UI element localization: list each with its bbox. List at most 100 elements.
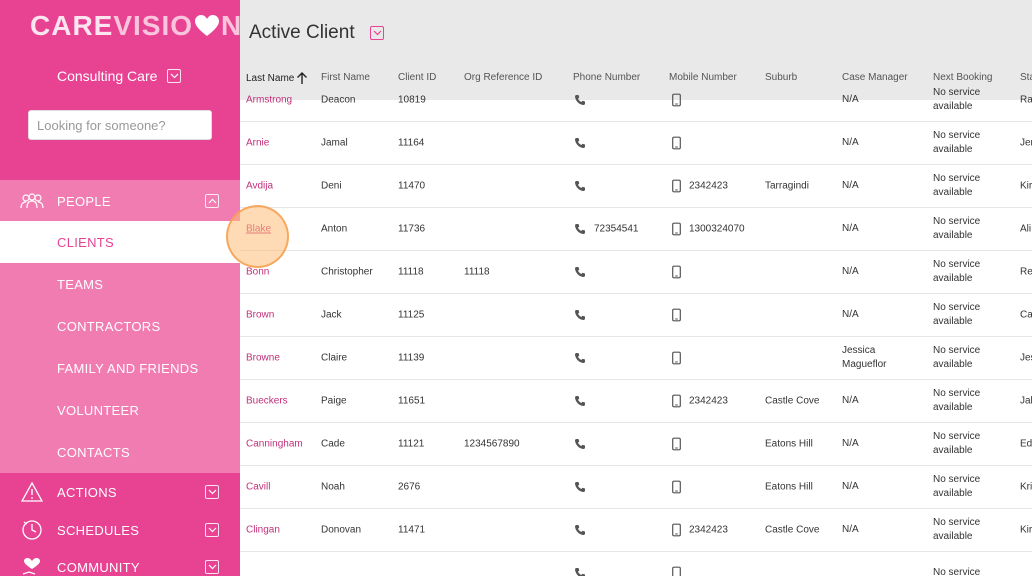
phone-icon[interactable] — [574, 137, 586, 149]
table-row[interactable]: Bonn Christopher 11118 11118 N/A No service a… — [240, 251, 1032, 294]
table-row[interactable]: Armstrong Deacon 10819 N/A No service availa… — [240, 79, 1032, 122]
phone-icon[interactable] — [574, 524, 586, 536]
logo-text-vision: VISIO — [113, 10, 194, 41]
nav-label-clients: CLIENTS — [57, 234, 115, 250]
cell-next-booking: No service available — [933, 302, 981, 327]
cell-client-id: 11125 — [398, 309, 425, 321]
mobile-icon[interactable] — [672, 179, 681, 193]
cell-client-id: 2676 — [398, 481, 421, 493]
cell-first-name: Paige — [321, 395, 347, 407]
cell-client-id: 11470 — [398, 180, 426, 192]
phone-icon[interactable] — [574, 266, 586, 278]
chevron-down-icon[interactable] — [205, 485, 219, 499]
phone-icon[interactable] — [574, 567, 586, 576]
phone-icon[interactable] — [574, 223, 586, 235]
phone-icon[interactable] — [574, 309, 586, 321]
phone-icon[interactable] — [574, 180, 586, 192]
mobile-icon[interactable] — [672, 265, 681, 279]
chevron-down-icon[interactable] — [205, 523, 219, 537]
phone-icon[interactable] — [574, 438, 586, 450]
table-row[interactable]: Blake Anton 11736 72354541 1300324070 N/A No s… — [240, 208, 1032, 251]
mobile-icon[interactable] — [672, 523, 681, 537]
cell-first-name: Jack — [321, 309, 342, 321]
cell-first-name: Christopher — [321, 266, 373, 278]
cell-status: Kri — [1020, 481, 1032, 493]
mobile-icon[interactable] — [672, 394, 681, 408]
table-row[interactable]: No service — [240, 552, 1032, 576]
mobile-icon[interactable] — [672, 566, 681, 576]
cell-next-booking: No service available — [933, 345, 981, 370]
phone-icon[interactable] — [574, 352, 586, 364]
cell-last-name[interactable]: Clingan — [246, 525, 280, 536]
cell-suburb: Castle Cove — [765, 395, 820, 407]
cell-last-name[interactable]: Bonn — [246, 267, 269, 278]
cell-org-reference-id: 1234567890 — [464, 438, 520, 450]
mobile-icon[interactable] — [672, 222, 681, 236]
cell-last-name[interactable]: Browne — [246, 353, 280, 364]
nav-item-clients[interactable]: CLIENTS — [0, 221, 240, 263]
nav-item-volunteer[interactable]: VOLUNTEER — [0, 389, 240, 431]
nav-label-schedules: SCHEDULES — [57, 522, 140, 538]
cell-status: Ali — [1020, 223, 1032, 235]
cell-status: Ra — [1020, 94, 1032, 106]
table-row[interactable]: Clingan Donovan 11471 2342423 Castle Cove N/A… — [240, 509, 1032, 552]
cell-last-name[interactable]: Arnie — [246, 138, 269, 149]
nav-label-contacts: CONTACTS — [57, 444, 130, 460]
cell-client-id: 11121 — [398, 438, 425, 450]
nav-item-people[interactable]: PEOPLE — [0, 180, 240, 222]
table-row[interactable]: Browne Claire 11139 Jessica Magueflor No ser… — [240, 337, 1032, 380]
table-row[interactable]: Arnie Jamal 11164 N/A No service available Je… — [240, 122, 1032, 165]
mobile-icon[interactable] — [672, 93, 681, 107]
phone-icon[interactable] — [574, 481, 586, 493]
nav-item-family-and-friends[interactable]: FAMILY AND FRIENDS — [0, 347, 240, 389]
nav-item-community[interactable]: COMMUNITY — [0, 546, 240, 576]
mobile-icon[interactable] — [672, 136, 681, 150]
chevron-down-icon[interactable] — [370, 26, 384, 40]
cell-case-manager: N/A — [842, 395, 859, 406]
table-row[interactable]: Bueckers Paige 11651 2342423 Castle Cove N/A N… — [240, 380, 1032, 423]
cell-last-name[interactable]: Armstrong — [246, 95, 292, 106]
cell-first-name: Cade — [321, 438, 345, 450]
cell-client-id: 11118 — [398, 266, 424, 278]
cell-status: Ed — [1020, 438, 1032, 450]
cell-last-name[interactable]: Canningham — [246, 439, 303, 450]
nav-label-actions: ACTIONS — [57, 484, 117, 500]
cell-case-manager: N/A — [842, 137, 859, 148]
cell-case-manager: N/A — [842, 524, 859, 535]
phone-icon[interactable] — [574, 94, 586, 106]
nav-label-people: PEOPLE — [57, 193, 111, 209]
mobile-icon[interactable] — [672, 308, 681, 322]
mobile-icon[interactable] — [672, 437, 681, 451]
nav-item-schedules[interactable]: SCHEDULES — [0, 509, 240, 551]
carevision-logo: CARE VISIO N — [30, 10, 240, 42]
phone-icon[interactable] — [574, 395, 586, 407]
mobile-icon[interactable] — [672, 351, 681, 365]
nav-item-contractors[interactable]: CONTRACTORS — [0, 305, 240, 347]
nav-item-teams[interactable]: TEAMS — [0, 263, 240, 305]
cell-last-name[interactable]: Blake — [246, 224, 271, 235]
cell-client-id: 11164 — [398, 137, 425, 149]
cell-last-name[interactable]: Brown — [246, 310, 274, 321]
cell-next-booking: No service available — [933, 173, 981, 198]
cell-mobile-number: 1300324070 — [689, 223, 745, 235]
nav-item-contacts[interactable]: CONTACTS — [0, 431, 240, 473]
cell-case-manager: N/A — [842, 309, 859, 320]
table-row[interactable]: Avdija Deni 11470 2342423 Tarragindi N/A No se… — [240, 165, 1032, 208]
chevron-up-icon[interactable] — [205, 194, 219, 208]
cell-last-name[interactable]: Bueckers — [246, 396, 288, 407]
org-selector[interactable]: Consulting Care — [57, 68, 182, 84]
table-row[interactable]: Canningham Cade 11121 1234567890 Eatons Hill… — [240, 423, 1032, 466]
table-row[interactable]: Brown Jack 11125 N/A No service available Ca — [240, 294, 1032, 337]
cell-last-name[interactable]: Avdija — [246, 181, 273, 192]
mobile-icon[interactable] — [672, 480, 681, 494]
cell-mobile-number: 2342423 — [689, 524, 728, 536]
search-input[interactable] — [28, 110, 212, 140]
chevron-down-icon[interactable] — [205, 560, 219, 574]
client-table-body: Armstrong Deacon 10819 N/A No service availa… — [240, 86, 1032, 576]
nav-item-actions[interactable]: ACTIONS — [0, 471, 240, 513]
cell-mobile-number: 2342423 — [689, 395, 728, 407]
chevron-down-icon[interactable] — [167, 69, 182, 83]
table-row[interactable]: Cavill Noah 2676 Eatons Hill N/A No service a… — [240, 466, 1032, 509]
heart-icon — [195, 15, 220, 36]
cell-last-name[interactable]: Cavill — [246, 482, 270, 493]
